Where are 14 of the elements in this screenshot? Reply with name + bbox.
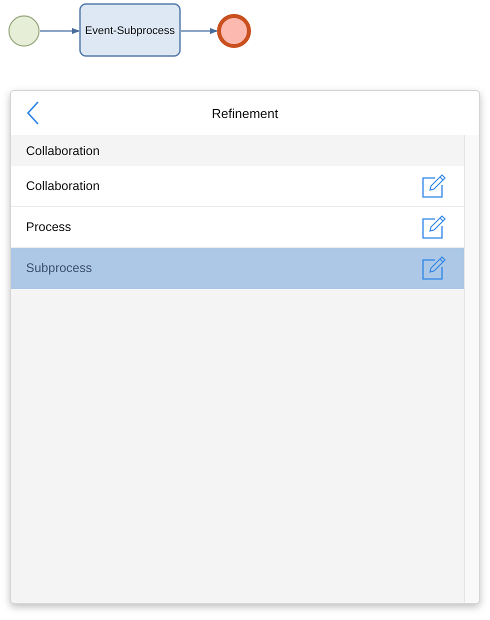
edit-icon[interactable] (422, 215, 446, 239)
start-event (8, 15, 40, 47)
edit-icon[interactable] (422, 174, 446, 198)
edit-icon[interactable] (422, 256, 446, 280)
list-item[interactable]: Subprocess (11, 248, 464, 289)
chevron-left-icon (26, 101, 40, 125)
sequence-arrow (40, 28, 80, 34)
list-item[interactable]: Collaboration (11, 166, 464, 207)
list-item[interactable]: Process (11, 207, 464, 248)
panel-title: Refinement (212, 106, 278, 120)
task-label: Event-Subprocess (85, 25, 175, 37)
back-button[interactable] (26, 100, 40, 126)
sequence-arrow (181, 28, 218, 34)
end-event (217, 14, 251, 48)
